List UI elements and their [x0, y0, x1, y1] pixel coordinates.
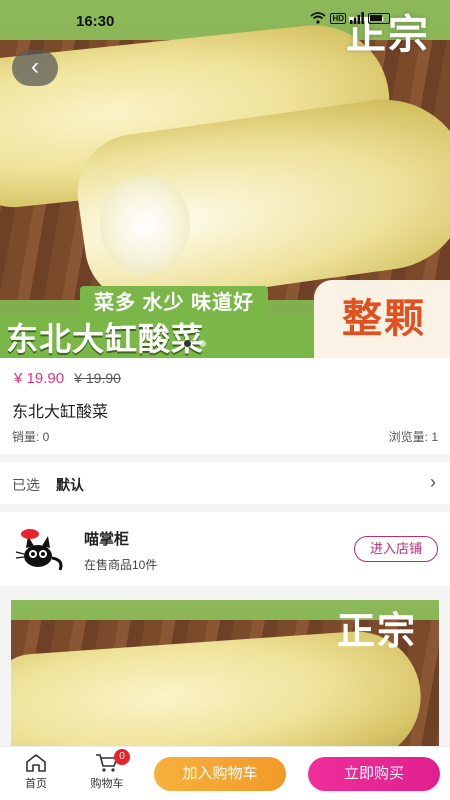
product-name: 东北大缸酸菜 [12, 404, 109, 421]
cabbage-core [100, 175, 190, 275]
enter-shop-button[interactable]: 进入店铺 [354, 536, 438, 562]
detail-brand-text: 正宗 [336, 608, 417, 653]
back-button[interactable]: ‹ [12, 50, 58, 86]
shop-logo-cat-icon [15, 529, 63, 571]
product-image-carousel[interactable]: 正宗 菜多 水少 味道好 东北大缸酸菜 整颗 [0, 0, 450, 358]
tab-home-label: 首页 [25, 778, 47, 790]
buy-now-button[interactable]: 立即购买 [308, 757, 440, 791]
add-to-cart-button[interactable]: 加入购物车 [154, 757, 286, 791]
chevron-right-icon: › [430, 472, 436, 492]
spec-label: 已选 [12, 477, 40, 493]
battery-icon [368, 12, 390, 24]
shop-name: 喵掌柜 [84, 531, 130, 548]
carousel-dot [199, 340, 206, 347]
product-info-card: ¥ 19.90 ¥ 19.90 东北大缸酸菜 销量: 0 浏览量: 1 [0, 358, 450, 454]
shop-card: 喵掌柜 在售商品10件 进入店铺 [0, 512, 450, 586]
original-price: ¥ 19.90 [74, 370, 121, 386]
status-time: 16:30 [76, 13, 115, 30]
tab-home[interactable]: 首页 [14, 753, 58, 791]
spec-value: 默认 [56, 477, 84, 493]
current-price: ¥ 19.90 [14, 370, 65, 387]
banner-whole-badge: 整颗 [314, 280, 450, 358]
carousel-indicator [184, 340, 206, 347]
home-icon [26, 754, 46, 772]
status-bar: 16:30 HD [0, 0, 450, 40]
wifi-icon [310, 12, 327, 24]
banner-tagline: 菜多 水少 味道好 [80, 286, 269, 320]
status-icons: HD [310, 12, 390, 24]
view-count: 浏览量: 1 [388, 430, 438, 444]
price-row: ¥ 19.90 ¥ 19.90 [14, 370, 121, 387]
banner-product-title: 东北大缸酸菜 [6, 321, 205, 357]
chevron-left-icon: ‹ [31, 53, 39, 80]
cart-count-badge: 0 [114, 749, 130, 765]
shop-product-count: 在售商品10件 [84, 558, 158, 572]
product-detail-image: 正宗 [11, 600, 439, 746]
carousel-dot-active [184, 340, 191, 347]
spec-selector-row[interactable]: 已选 默认 › [0, 462, 450, 504]
bottom-action-bar: 首页 购物车 0 加入购物车 立即购买 [0, 746, 450, 800]
tab-cart-label: 购物车 [90, 778, 124, 790]
hd-badge: HD [330, 12, 346, 24]
sales-count: 销量: 0 [12, 430, 50, 444]
signal-icon [350, 12, 364, 24]
